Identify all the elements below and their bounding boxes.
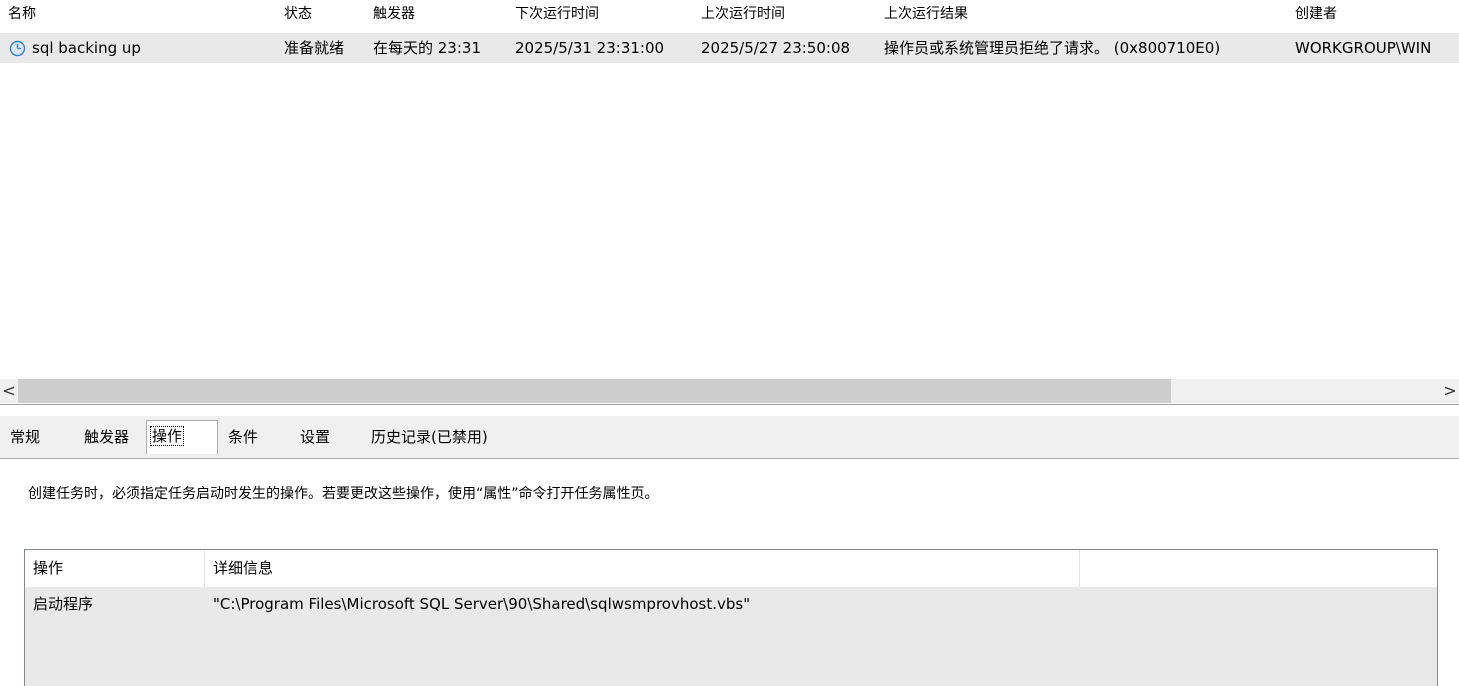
tab-label: 常规 xyxy=(10,428,41,446)
column-header-author[interactable]: 创建者 xyxy=(1295,0,1337,30)
column-header-status[interactable]: 状态 xyxy=(284,0,312,30)
task-list: 名称 状态 触发器 下次运行时间 上次运行时间 上次运行结果 创建者 sql b… xyxy=(0,0,1459,404)
tab-label: 操作 xyxy=(149,426,185,446)
tab-history[interactable]: 历史记录(已禁用) xyxy=(367,424,492,450)
actions-description: 创建任务时，必须指定任务启动时发生的操作。若要更改这些操作，使用“属性”命令打开… xyxy=(28,486,659,502)
scroll-left-arrow-icon[interactable]: < xyxy=(0,379,18,403)
task-scheduler-window: 名称 状态 触发器 下次运行时间 上次运行时间 上次运行结果 创建者 sql b… xyxy=(0,0,1459,686)
column-header-next-run[interactable]: 下次运行时间 xyxy=(515,0,599,30)
column-header-trigger[interactable]: 触发器 xyxy=(373,0,415,30)
tab-label: 触发器 xyxy=(84,428,130,446)
task-last-run: 2025/5/27 23:50:08 xyxy=(701,39,851,57)
task-status: 准备就绪 xyxy=(284,39,345,57)
task-row[interactable]: sql backing up 准备就绪 在每天的 23:31 2025/5/31… xyxy=(0,33,1459,63)
column-header-last-result[interactable]: 上次运行结果 xyxy=(884,0,968,30)
task-name: sql backing up xyxy=(32,39,141,57)
scrollbar-thumb[interactable] xyxy=(18,379,1171,403)
tab-strip: 常规 触发器 操作 条件 设置 历史记录(已禁用) xyxy=(0,416,1459,458)
tab-actions[interactable]: 操作 xyxy=(146,420,218,454)
task-next-run: 2025/5/31 23:31:00 xyxy=(515,39,665,57)
tab-label: 条件 xyxy=(228,428,259,446)
column-header-name[interactable]: 名称 xyxy=(8,0,36,30)
action-type: 启动程序 xyxy=(33,595,94,613)
horizontal-scrollbar[interactable]: < > xyxy=(0,379,1459,403)
clock-icon xyxy=(9,40,26,57)
actions-tab-page: 创建任务时，必须指定任务启动时发生的操作。若要更改这些操作，使用“属性”命令打开… xyxy=(0,458,1459,686)
actions-table-header: 操作 详细信息 xyxy=(25,550,1437,587)
pane-splitter[interactable] xyxy=(0,404,1459,416)
tab-triggers[interactable]: 触发器 xyxy=(80,424,133,450)
table-row[interactable]: 启动程序 "C:\Program Files\Microsoft SQL Ser… xyxy=(25,587,1437,686)
action-details: "C:\Program Files\Microsoft SQL Server\9… xyxy=(213,595,751,613)
detail-pane: 常规 触发器 操作 条件 设置 历史记录(已禁用) 创建任务时，必须指定任务启动… xyxy=(0,416,1459,686)
tab-settings[interactable]: 设置 xyxy=(296,424,334,450)
task-author: WORKGROUP\WIN xyxy=(1295,39,1432,57)
column-header-action[interactable]: 操作 xyxy=(25,550,205,587)
task-trigger: 在每天的 23:31 xyxy=(373,39,481,57)
actions-table: 操作 详细信息 启动程序 "C:\Program Files\Microsoft… xyxy=(24,549,1438,686)
tab-conditions[interactable]: 条件 xyxy=(224,424,262,450)
column-header-last-run[interactable]: 上次运行时间 xyxy=(701,0,785,30)
tab-label: 设置 xyxy=(300,428,331,446)
column-header-details[interactable]: 详细信息 xyxy=(205,550,1080,587)
scroll-right-arrow-icon[interactable]: > xyxy=(1441,379,1459,403)
tab-label: 历史记录(已禁用) xyxy=(371,428,488,446)
tab-general[interactable]: 常规 xyxy=(6,424,44,450)
task-last-result: 操作员或系统管理员拒绝了请求。 (0x800710E0) xyxy=(884,39,1221,57)
